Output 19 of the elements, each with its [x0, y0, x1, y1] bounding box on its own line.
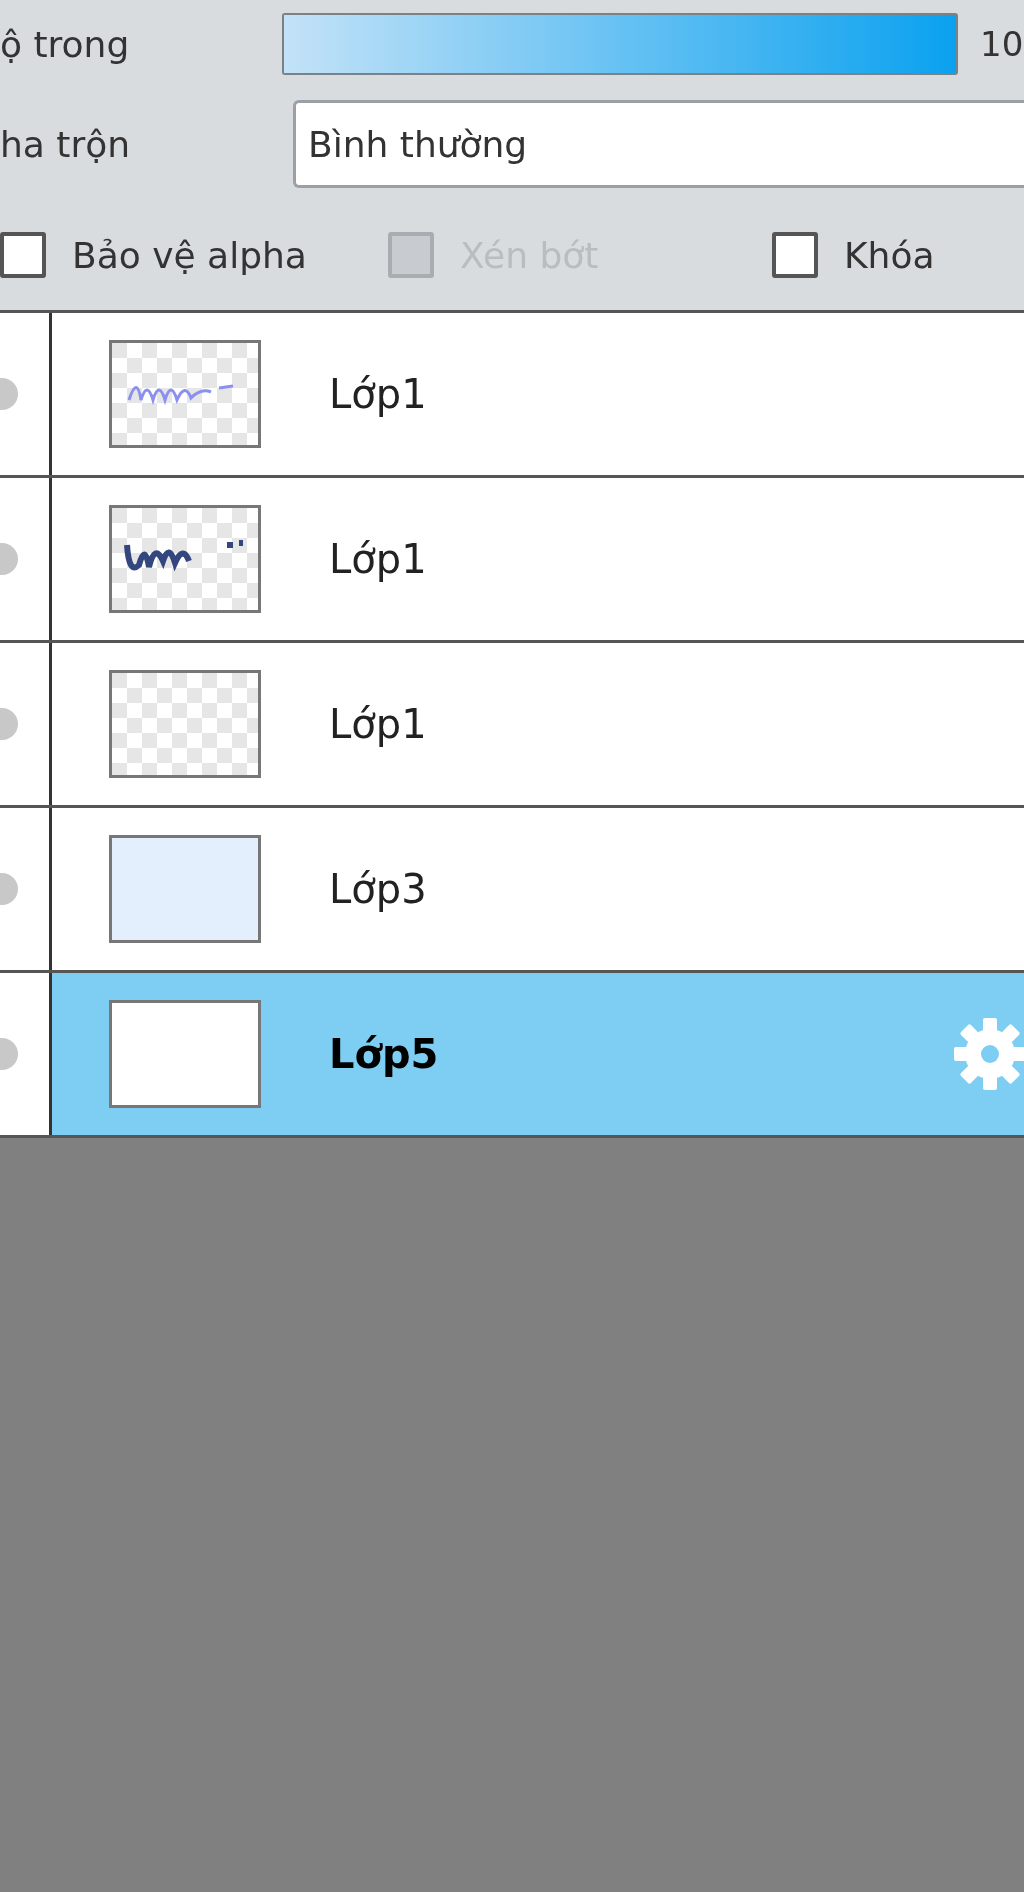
checkbox-label: Bảo vệ alpha [72, 234, 307, 276]
layer-row[interactable]: Lớp5 [0, 973, 1024, 1138]
blend-label: ha trộn [0, 123, 132, 165]
checkbox[interactable] [0, 232, 46, 278]
checkbox[interactable] [772, 232, 818, 278]
layer-name: Lớp1 [329, 701, 428, 747]
layer-name: Lớp1 [329, 536, 428, 582]
layer-name: Lớp3 [329, 866, 428, 912]
layer-row[interactable]: Lớp1 [0, 643, 1024, 808]
opacity-label: ộ trong [0, 23, 131, 65]
layer-row[interactable]: Lớp1 [0, 313, 1024, 478]
blend-mode-dropdown[interactable]: Bình thường [293, 100, 1024, 188]
opacity-slider[interactable] [282, 13, 958, 75]
opacity-value: 10 [980, 24, 1024, 64]
layer-name: Lớp5 [329, 1031, 440, 1077]
layer-row[interactable]: Lớp1 [0, 478, 1024, 643]
layer-row[interactable]: Lớp3 [0, 808, 1024, 973]
layer-name: Lớp1 [329, 371, 428, 417]
checkbox-label: Khóa [844, 234, 935, 276]
